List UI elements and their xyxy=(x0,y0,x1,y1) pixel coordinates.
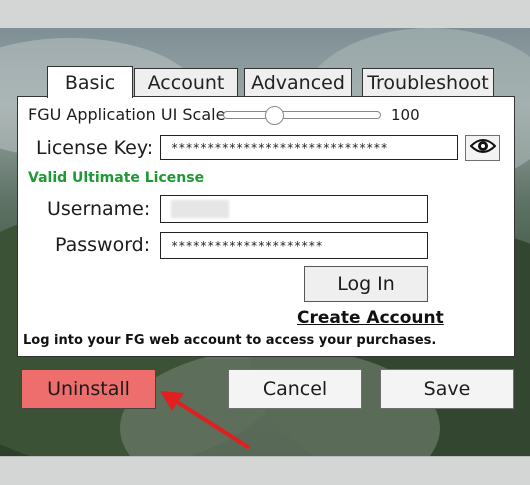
save-button[interactable]: Save xyxy=(380,369,514,409)
status-bar xyxy=(0,456,530,485)
license-key-field[interactable]: ****************************** xyxy=(160,135,458,160)
ui-scale-slider-thumb[interactable] xyxy=(264,106,284,125)
license-key-label: License Key: xyxy=(36,137,154,159)
tab-advanced[interactable]: Advanced xyxy=(244,68,352,97)
info-text: Log into your FG web account to access y… xyxy=(23,333,437,348)
tab-troubleshoot[interactable]: Troubleshoot xyxy=(362,68,494,97)
uninstall-button[interactable]: Uninstall xyxy=(21,369,156,409)
reveal-license-button[interactable] xyxy=(465,135,500,161)
ui-scale-value: 100 xyxy=(391,106,420,124)
tab-basic[interactable]: Basic xyxy=(47,66,133,98)
username-field[interactable] xyxy=(160,195,428,223)
title-bar xyxy=(0,0,530,29)
username-value-redacted xyxy=(171,200,229,218)
password-field[interactable]: ********************* xyxy=(160,232,428,259)
license-status: Valid Ultimate License xyxy=(28,170,205,186)
eye-icon xyxy=(469,137,496,159)
log-in-button[interactable]: Log In xyxy=(304,266,428,302)
ui-scale-slider-track[interactable] xyxy=(223,111,381,119)
create-account-link[interactable]: Create Account xyxy=(297,308,444,328)
installer-window: Basic Account Advanced Troubleshoot FGU … xyxy=(0,0,530,485)
annotation-arrow-icon xyxy=(160,391,250,449)
username-label: Username: xyxy=(47,198,151,220)
ui-scale-label: FGU Application UI Scale xyxy=(28,105,226,124)
tab-account[interactable]: Account xyxy=(134,68,238,97)
password-label: Password: xyxy=(55,234,151,256)
